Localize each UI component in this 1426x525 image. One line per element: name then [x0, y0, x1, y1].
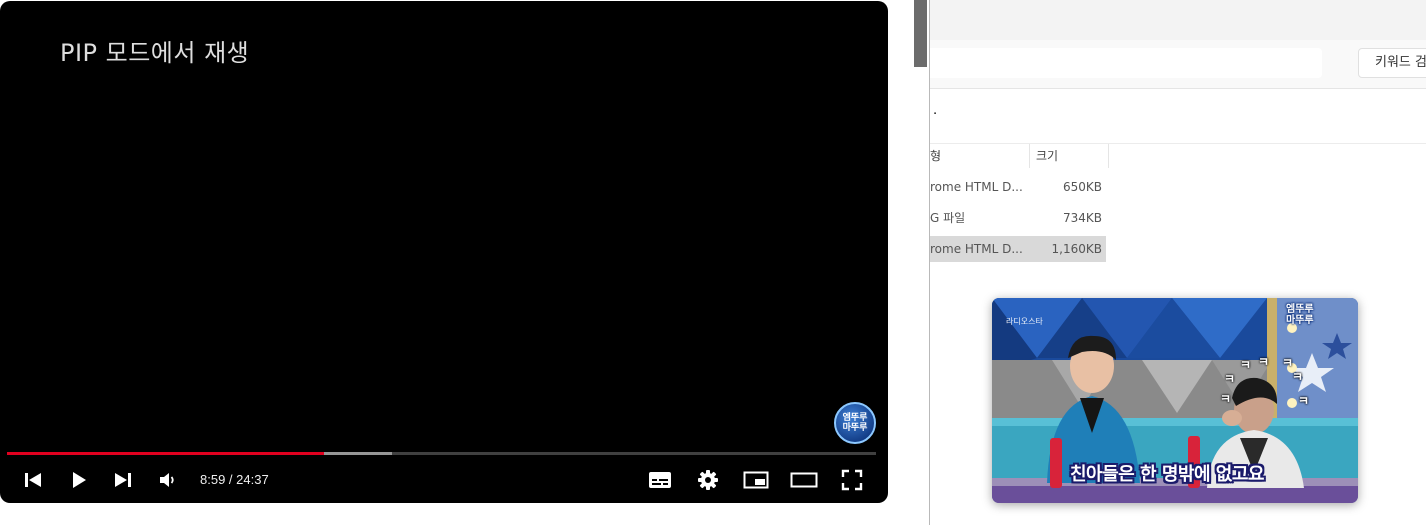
mute-button[interactable]	[153, 465, 183, 495]
theater-icon	[790, 472, 818, 488]
pip-channel-logo: 엠뚜루 마뚜루	[1286, 304, 1314, 326]
miniplayer-icon	[743, 471, 769, 489]
progress-bar[interactable]	[7, 452, 876, 455]
picture-in-picture-window[interactable]: 라디오스타 엠뚜루 마뚜루 ㅋ ㅋ ㅋ ㅋ ㅋ ㅋ ㅋ 친아들은 한 명밖에 없…	[992, 298, 1358, 503]
channel-watermark[interactable]: 엠뚜루 마뚜루	[834, 402, 876, 444]
previous-button[interactable]	[18, 465, 48, 495]
pip-mode-message: PIP 모드에서 재생	[60, 39, 250, 67]
explorer-address-bar: 키워드 검	[930, 40, 1426, 89]
file-row[interactable]: G 파일 734KB	[930, 205, 1106, 231]
folder-path-text: .	[933, 101, 938, 118]
fullscreen-icon	[841, 469, 863, 491]
theater-mode-button[interactable]	[789, 465, 819, 495]
laugh-text: ㅋ	[1224, 372, 1236, 386]
explorer-titlebar[interactable]	[930, 0, 1426, 40]
column-header-size[interactable]: 크기	[1030, 144, 1109, 168]
play-icon	[73, 472, 86, 488]
file-row[interactable]: rome HTML D... 650KB	[930, 174, 1106, 200]
pip-show-logo: 라디오스타	[1006, 317, 1043, 326]
progress-played	[7, 452, 325, 455]
pip-subtitle-caption: 친아들은 한 명밖에 없고요	[1070, 464, 1264, 485]
volume-icon	[160, 473, 174, 487]
prev-icon	[25, 473, 41, 487]
play-button[interactable]	[64, 465, 94, 495]
file-row-selected[interactable]: rome HTML D... 1,160KB	[930, 236, 1106, 262]
laugh-text: ㅋ	[1292, 370, 1304, 384]
file-size: 734KB	[1062, 211, 1102, 225]
laugh-text: ㅋ	[1240, 358, 1252, 372]
pip-logo-line2: 마뚜루	[1286, 315, 1314, 326]
laugh-text: ㅋ	[1298, 394, 1310, 408]
column-header-type[interactable]: 형	[930, 144, 1030, 168]
pip-logo-line1: 엠뚜루	[1286, 304, 1314, 315]
address-input[interactable]	[930, 48, 1322, 78]
file-type: G 파일	[930, 211, 966, 225]
time-display: 8:59 / 24:37	[200, 472, 269, 487]
watermark-line2: 마뚜루	[842, 423, 868, 433]
next-button[interactable]	[108, 465, 138, 495]
settings-button[interactable]	[693, 465, 723, 495]
subtitles-button[interactable]	[645, 465, 675, 495]
page-scrollbar-thumb[interactable]	[914, 0, 927, 67]
miniplayer-button[interactable]	[741, 465, 771, 495]
settings-icon	[698, 470, 718, 490]
watermark-line1: 엠뚜루	[842, 413, 868, 423]
column-header-row: 형 크기	[930, 143, 1426, 169]
next-icon	[115, 473, 131, 487]
file-type: rome HTML D...	[930, 180, 1023, 194]
search-box[interactable]: 키워드 검	[1358, 48, 1426, 78]
laugh-text: ㅋ	[1258, 355, 1270, 369]
file-size: 650KB	[1062, 180, 1102, 194]
subtitles-icon	[649, 472, 671, 488]
file-type: rome HTML D...	[930, 242, 1023, 256]
file-size: 1,160KB	[1051, 242, 1102, 256]
fullscreen-button[interactable]	[837, 465, 867, 495]
video-player[interactable]: PIP 모드에서 재생 엠뚜루 마뚜루 8:59 / 24:37	[0, 1, 888, 503]
laugh-text: ㅋ	[1220, 392, 1232, 406]
